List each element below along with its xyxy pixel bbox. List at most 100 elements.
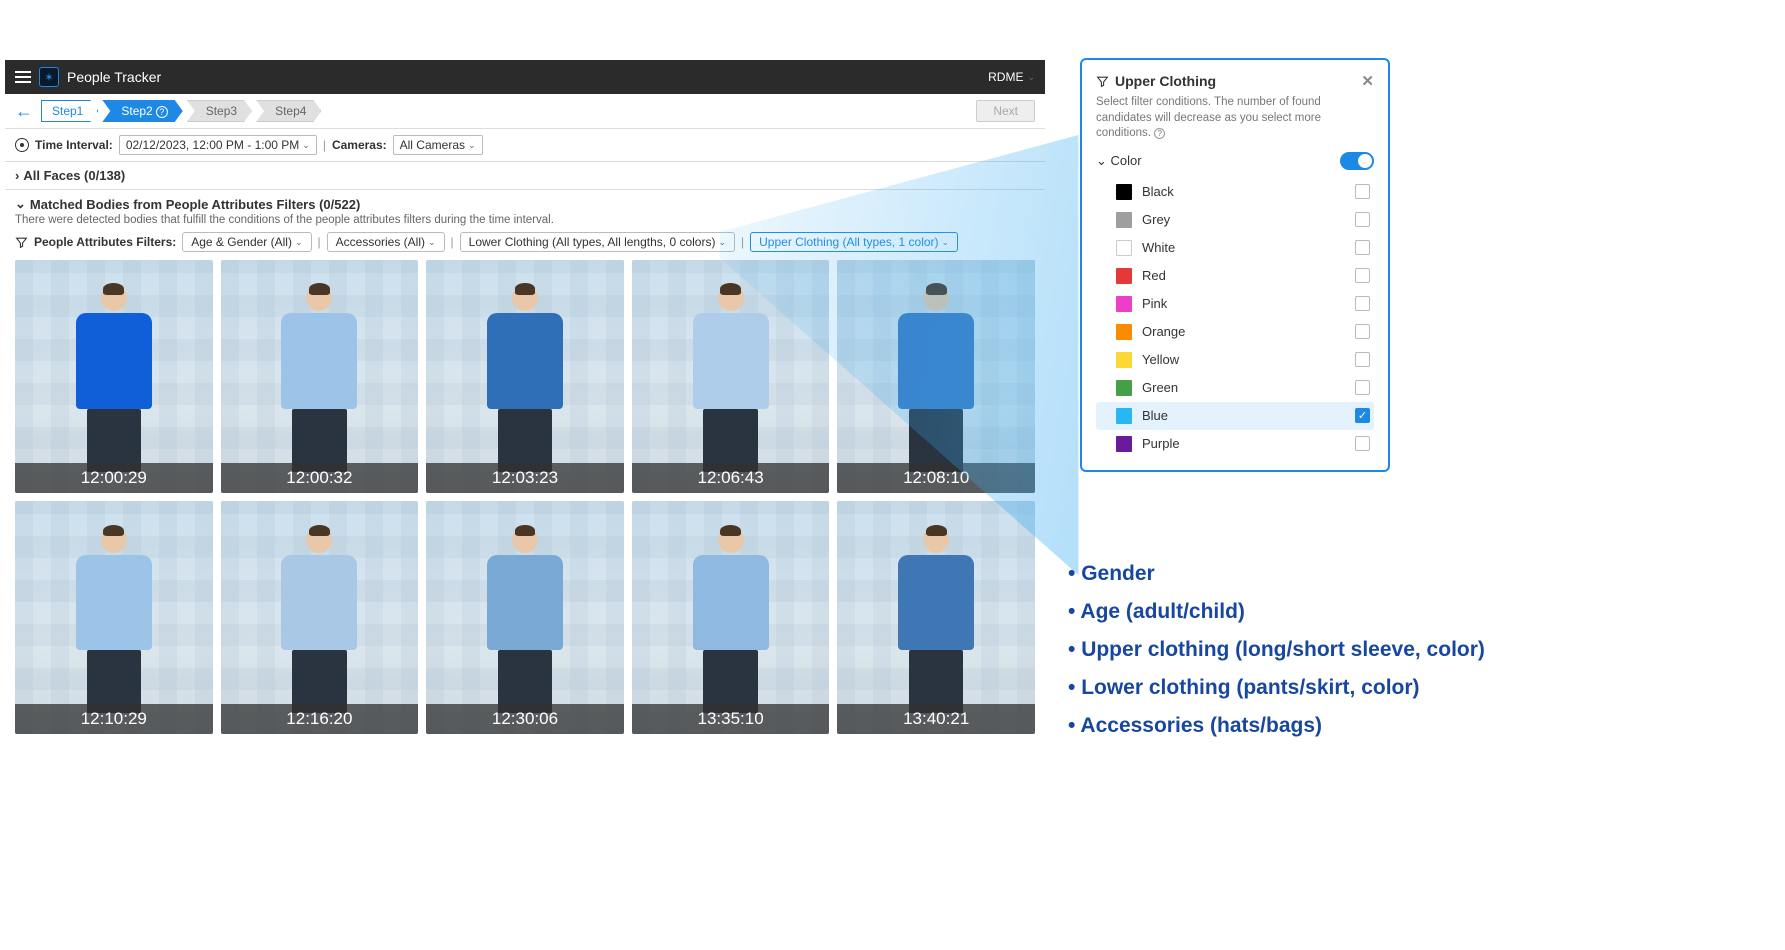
color-swatch xyxy=(1116,408,1132,424)
checkbox[interactable]: ✓ xyxy=(1355,408,1370,423)
result-card[interactable]: 12:00:29 xyxy=(15,260,213,493)
color-name: Red xyxy=(1142,268,1166,283)
filter-age-gender[interactable]: Age & Gender (All)⌄ xyxy=(182,232,311,252)
step-2[interactable]: Step2? xyxy=(102,100,182,122)
profile-menu[interactable]: RDME ⌄ xyxy=(988,70,1035,84)
app-title: People Tracker xyxy=(67,69,161,85)
step-3[interactable]: Step3 xyxy=(187,100,252,122)
checkbox[interactable] xyxy=(1355,296,1370,311)
interval-dropdown[interactable]: 02/12/2023, 12:00 PM - 1:00 PM⌄ xyxy=(119,135,317,155)
color-list: Black Grey White Red Pink Orange Yellow … xyxy=(1096,178,1374,458)
interval-label: Time Interval: xyxy=(35,138,113,152)
color-option[interactable]: Grey xyxy=(1096,206,1374,234)
panel-description: Select filter conditions. The number of … xyxy=(1096,95,1374,142)
app-logo-icon: ✶ xyxy=(39,67,59,87)
color-option[interactable]: Purple xyxy=(1096,430,1374,458)
checkbox[interactable] xyxy=(1355,240,1370,255)
color-option[interactable]: White xyxy=(1096,234,1374,262)
color-name: Yellow xyxy=(1142,352,1179,367)
cameras-dropdown[interactable]: All Cameras⌄ xyxy=(393,135,483,155)
step-bar: ← Step1 Step2? Step3 Step4 Next xyxy=(5,94,1045,129)
bodies-section: ⌄Matched Bodies from People Attributes F… xyxy=(5,190,1045,228)
faces-section[interactable]: ›All Faces (0/138) xyxy=(5,162,1045,190)
color-swatch xyxy=(1116,240,1132,256)
color-option[interactable]: Blue ✓ xyxy=(1096,402,1374,430)
checkbox[interactable] xyxy=(1355,212,1370,227)
target-icon xyxy=(15,138,29,152)
feature-bullets: Gender Age (adult/child) Upper clothing (l… xyxy=(1068,548,1485,752)
checkbox[interactable] xyxy=(1355,268,1370,283)
color-section-header[interactable]: ⌄ Color xyxy=(1096,152,1374,170)
results-grid: 12:00:29 12:00:32 12:03:23 12:06:43 12:0… xyxy=(5,260,1045,744)
color-swatch xyxy=(1116,380,1132,396)
color-swatch xyxy=(1116,436,1132,452)
timestamp: 13:40:21 xyxy=(837,704,1035,734)
help-icon[interactable]: ? xyxy=(156,106,168,118)
result-card[interactable]: 13:35:10 xyxy=(632,501,830,734)
step-1[interactable]: Step1 xyxy=(41,100,98,122)
filter-accessories[interactable]: Accessories (All)⌄ xyxy=(327,232,445,252)
menu-icon[interactable] xyxy=(15,71,31,83)
timestamp: 13:35:10 xyxy=(632,704,830,734)
checkbox[interactable] xyxy=(1355,352,1370,367)
chevron-down-icon: ⌄ xyxy=(15,196,26,212)
back-button[interactable]: ← xyxy=(15,101,33,122)
chevron-down-icon: ⌄ xyxy=(1027,72,1035,83)
bullet-item: Age (adult/child) xyxy=(1068,600,1485,624)
filter-icon xyxy=(15,236,28,249)
color-name: Pink xyxy=(1142,296,1167,311)
bullet-item: Accessories (hats/bags) xyxy=(1068,714,1485,738)
upper-clothing-panel: Upper Clothing ✕ Select filter condition… xyxy=(1080,58,1390,472)
result-card[interactable]: 12:08:10 xyxy=(837,260,1035,493)
color-name: Orange xyxy=(1142,324,1185,339)
timestamp: 12:30:06 xyxy=(426,704,624,734)
color-option[interactable]: Green xyxy=(1096,374,1374,402)
checkbox[interactable] xyxy=(1355,184,1370,199)
checkbox[interactable] xyxy=(1355,436,1370,451)
color-name: Green xyxy=(1142,380,1178,395)
filter-lower-clothing[interactable]: Lower Clothing (All types, All lengths, … xyxy=(460,232,735,252)
result-card[interactable]: 12:03:23 xyxy=(426,260,624,493)
checkbox[interactable] xyxy=(1355,380,1370,395)
checkbox[interactable] xyxy=(1355,324,1370,339)
color-toggle[interactable] xyxy=(1340,152,1374,170)
filter-icon xyxy=(1096,75,1109,88)
result-card[interactable]: 12:16:20 xyxy=(221,501,419,734)
result-card[interactable]: 13:40:21 xyxy=(837,501,1035,734)
color-option[interactable]: Red xyxy=(1096,262,1374,290)
bullet-item: Upper clothing (long/short sleeve, color… xyxy=(1068,638,1485,662)
result-card[interactable]: 12:06:43 xyxy=(632,260,830,493)
timestamp: 12:03:23 xyxy=(426,463,624,493)
title-bar: ✶ People Tracker RDME ⌄ xyxy=(5,60,1045,94)
bodies-header[interactable]: ⌄Matched Bodies from People Attributes F… xyxy=(15,196,1035,212)
color-name: Black xyxy=(1142,184,1174,199)
color-name: White xyxy=(1142,240,1175,255)
bullet-item: Gender xyxy=(1068,562,1485,586)
result-card[interactable]: 12:30:06 xyxy=(426,501,624,734)
color-option[interactable]: Yellow xyxy=(1096,346,1374,374)
color-swatch xyxy=(1116,352,1132,368)
color-swatch xyxy=(1116,296,1132,312)
color-swatch xyxy=(1116,184,1132,200)
timestamp: 12:08:10 xyxy=(837,463,1035,493)
filter-upper-clothing[interactable]: Upper Clothing (All types, 1 color)⌄ xyxy=(750,232,958,252)
next-button[interactable]: Next xyxy=(976,100,1035,122)
color-name: Grey xyxy=(1142,212,1170,227)
color-option[interactable]: Orange xyxy=(1096,318,1374,346)
help-icon[interactable]: ? xyxy=(1154,128,1165,139)
close-icon[interactable]: ✕ xyxy=(1361,72,1374,90)
color-name: Blue xyxy=(1142,408,1168,423)
result-card[interactable]: 12:00:32 xyxy=(221,260,419,493)
color-option[interactable]: Pink xyxy=(1096,290,1374,318)
panel-title: Upper Clothing xyxy=(1115,73,1216,89)
step-4[interactable]: Step4 xyxy=(256,100,321,122)
global-filters: Time Interval: 02/12/2023, 12:00 PM - 1:… xyxy=(5,129,1045,162)
result-card[interactable]: 12:10:29 xyxy=(15,501,213,734)
color-option[interactable]: Black xyxy=(1096,178,1374,206)
attribute-filters: People Attributes Filters: Age & Gender … xyxy=(5,228,1045,260)
bodies-description: There were detected bodies that fulfill … xyxy=(15,214,1035,226)
app-window: ✶ People Tracker RDME ⌄ ← Step1 Step2? S… xyxy=(5,60,1045,744)
chevron-right-icon: › xyxy=(15,168,19,183)
chevron-down-icon: ⌄ xyxy=(1096,153,1107,169)
color-swatch xyxy=(1116,324,1132,340)
